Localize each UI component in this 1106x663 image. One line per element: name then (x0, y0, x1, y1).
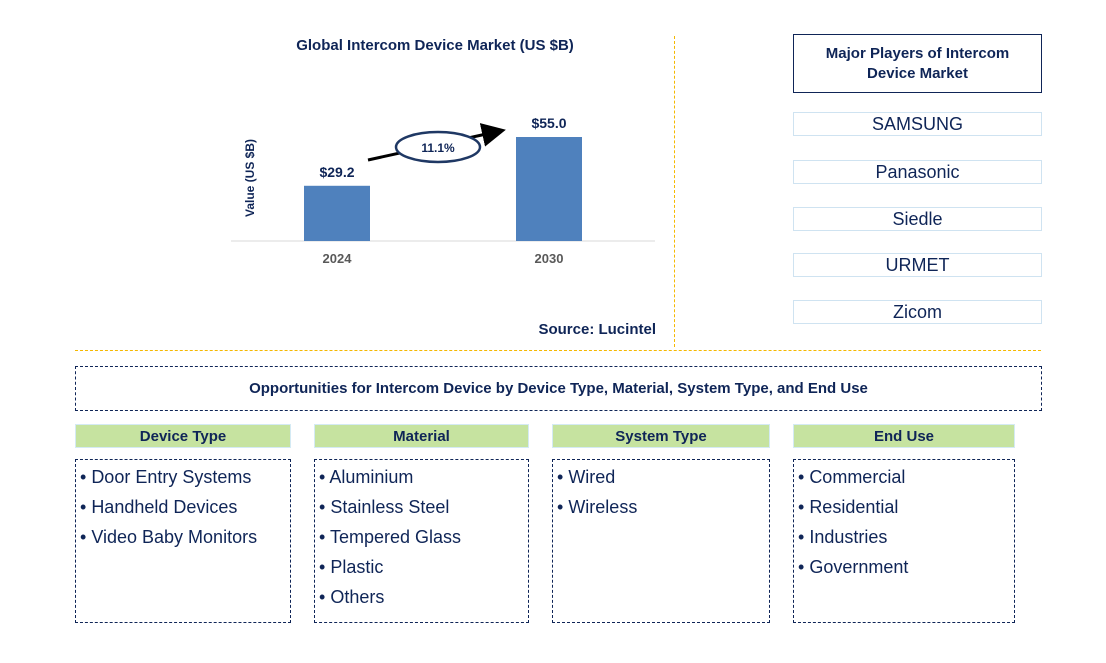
segment-item: Plastic (319, 552, 528, 582)
opportunities-title: Opportunities for Intercom Device by Dev… (75, 366, 1042, 411)
player-urmet: URMET (793, 253, 1042, 277)
segment-list-system-type: WiredWireless (552, 459, 770, 623)
segment-header-material: Material (314, 424, 529, 448)
segment-header-system-type: System Type (552, 424, 770, 448)
players-title: Major Players of Intercom Device Market (793, 34, 1042, 93)
segment-list-device-type: Door Entry SystemsHandheld DevicesVideo … (75, 459, 291, 623)
segment-item: Residential (798, 492, 1014, 522)
segment-item: Others (319, 582, 528, 612)
data-label-2024: $29.2 (319, 164, 354, 180)
bar-2024 (304, 185, 370, 241)
player-samsung: SAMSUNG (793, 112, 1042, 136)
bar-2030 (516, 137, 582, 241)
segment-item: Government (798, 552, 1014, 582)
segment-list-material: AluminiumStainless SteelTempered GlassPl… (314, 459, 529, 623)
horizontal-divider (75, 350, 1041, 351)
segment-header-end-use: End Use (793, 424, 1015, 448)
cagr-label: 11.1% (421, 141, 455, 155)
data-label-2030: $55.0 (531, 115, 566, 131)
segment-item: Wireless (557, 492, 769, 522)
vertical-divider (674, 36, 675, 347)
y-axis-label: Value (US $B) (243, 139, 257, 217)
player-panasonic: Panasonic (793, 160, 1042, 184)
segment-item: Commercial (798, 462, 1014, 492)
segment-header-device-type: Device Type (75, 424, 291, 448)
x-tick-2030: 2030 (535, 251, 564, 266)
player-siedle: Siedle (793, 207, 1042, 231)
segment-item: Handheld Devices (80, 492, 290, 522)
segment-item: Stainless Steel (319, 492, 528, 522)
segment-item: Door Entry Systems (80, 462, 290, 492)
segment-item: Wired (557, 462, 769, 492)
segment-item: Tempered Glass (319, 522, 528, 552)
segment-item: Video Baby Monitors (80, 522, 290, 552)
segment-item: Aluminium (319, 462, 528, 492)
segment-list-end-use: CommercialResidentialIndustriesGovernmen… (793, 459, 1015, 623)
player-zicom: Zicom (793, 300, 1042, 324)
segment-item: Industries (798, 522, 1014, 552)
x-tick-2024: 2024 (323, 251, 353, 266)
source-label: Source: Lucintel (538, 321, 656, 338)
